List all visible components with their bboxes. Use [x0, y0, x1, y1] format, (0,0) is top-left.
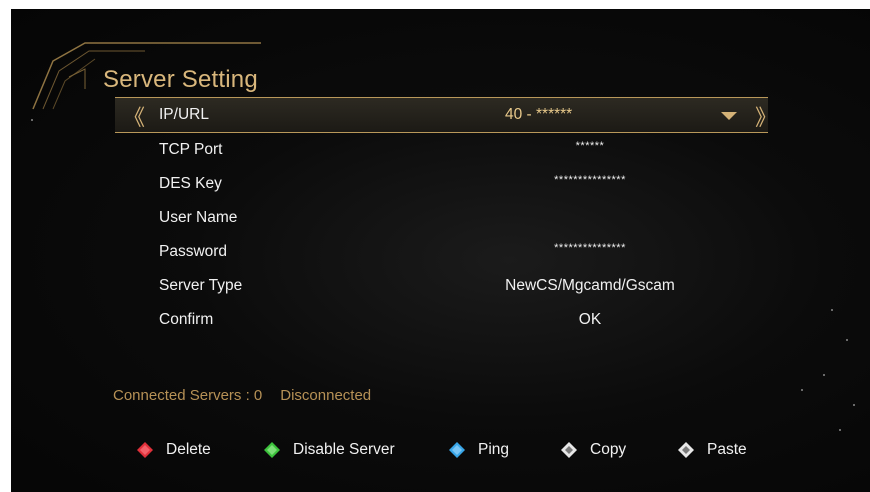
- field-label: Confirm: [159, 311, 214, 328]
- right-chevron-icon[interactable]: 》: [755, 100, 777, 132]
- copy-button[interactable]: Copy: [560, 441, 626, 459]
- left-chevron-icon[interactable]: 《: [123, 100, 145, 132]
- field-value: 40 - ******: [505, 106, 573, 123]
- white-diamond-icon: [561, 442, 577, 458]
- page-title: Server Setting: [103, 66, 258, 93]
- tv-screen: Server Setting 《 IP/URL 40 - ****** 》 TC…: [11, 9, 870, 492]
- ping-button[interactable]: Ping: [448, 441, 509, 459]
- field-server-type[interactable]: Server Type NewCS/Mgcamd/Gscam: [115, 269, 768, 303]
- hint-label: Paste: [707, 441, 747, 458]
- field-label: TCP Port: [159, 141, 223, 158]
- connection-state: Disconnected: [280, 387, 372, 404]
- field-tcp-port[interactable]: TCP Port ******: [115, 133, 768, 167]
- sparkle-decoration: [801, 389, 803, 391]
- field-user-name[interactable]: User Name: [115, 201, 768, 235]
- paste-button[interactable]: Paste: [677, 441, 747, 459]
- field-label: IP/URL: [159, 106, 209, 123]
- field-password[interactable]: Password ***************: [115, 235, 768, 269]
- field-des-key[interactable]: DES Key ***************: [115, 167, 768, 201]
- green-diamond-icon: [264, 442, 280, 458]
- dropdown-arrow-icon[interactable]: [721, 112, 737, 120]
- field-label: Password: [159, 243, 228, 260]
- sparkle-decoration: [31, 119, 33, 121]
- sparkle-decoration: [831, 309, 833, 311]
- confirm-ok-button[interactable]: OK: [420, 311, 760, 329]
- field-value: ***************: [554, 242, 626, 254]
- field-value: ***************: [554, 174, 626, 186]
- field-value: NewCS/Mgcamd/Gscam: [505, 277, 675, 294]
- hint-label: Delete: [166, 441, 211, 458]
- sparkle-decoration: [846, 339, 848, 341]
- hint-label: Disable Server: [293, 441, 395, 458]
- field-ip-url[interactable]: 《 IP/URL 40 - ****** 》: [115, 97, 777, 133]
- field-label: DES Key: [159, 175, 222, 192]
- field-confirm[interactable]: Confirm OK: [115, 303, 768, 337]
- blue-diamond-icon: [449, 442, 465, 458]
- white-diamond-icon: [678, 442, 694, 458]
- delete-button[interactable]: Delete: [136, 441, 211, 459]
- sparkle-decoration: [853, 404, 855, 406]
- disable-server-button[interactable]: Disable Server: [263, 441, 395, 459]
- field-value: ******: [575, 140, 605, 152]
- sparkle-decoration: [839, 429, 841, 431]
- field-label: User Name: [159, 209, 238, 226]
- hint-label: Copy: [590, 441, 627, 458]
- field-label: Server Type: [159, 277, 243, 294]
- connected-servers-count: Connected Servers : 0: [113, 387, 263, 404]
- connection-status: Connected Servers : 0 Disconnected: [113, 387, 389, 404]
- sparkle-decoration: [823, 374, 825, 376]
- red-diamond-icon: [137, 442, 153, 458]
- hint-label: Ping: [478, 441, 510, 458]
